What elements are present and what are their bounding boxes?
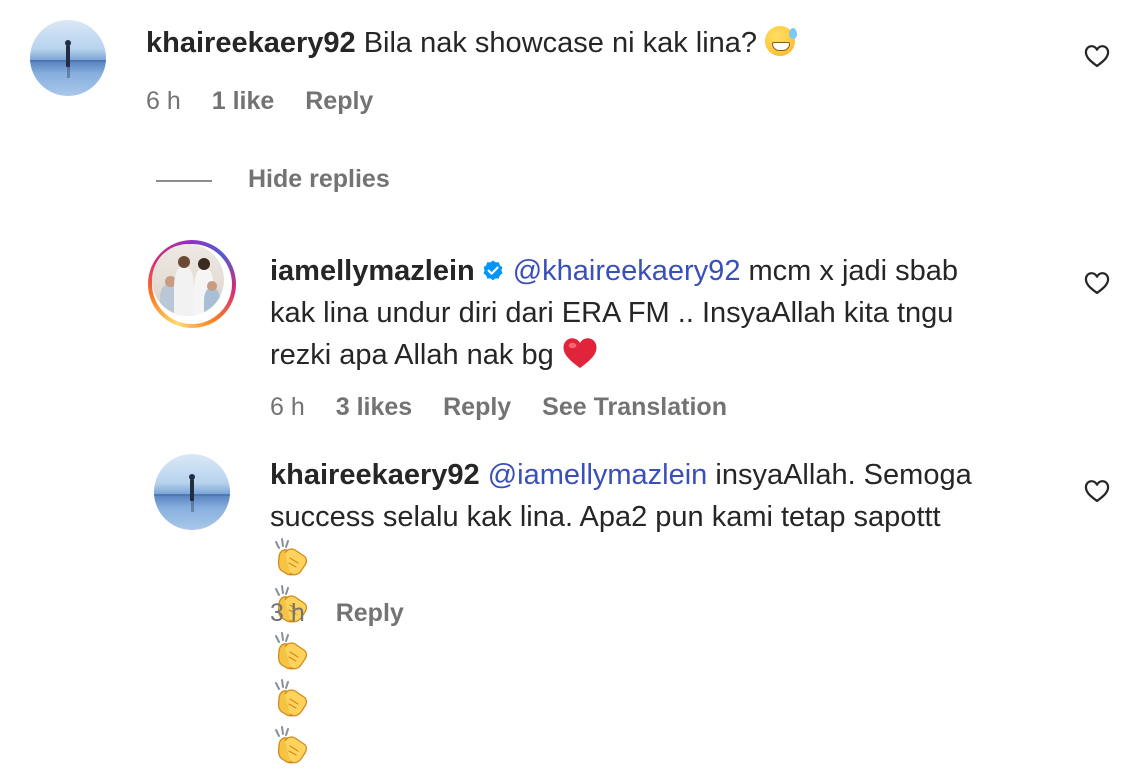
mention-link[interactable]: @khaireekaery92 <box>513 255 741 287</box>
reply-body: insyaAllah. Semoga <box>707 459 972 491</box>
replies-divider <box>156 180 212 182</box>
like-count[interactable]: 3 likes <box>336 393 412 421</box>
reply-text-line-2: success selalu kak lina. Apa2 pun kami t… <box>270 501 941 533</box>
timestamp: 6 h <box>146 87 181 115</box>
heart-outline-icon[interactable] <box>1083 42 1111 70</box>
sweat-smile-emoji <box>765 26 798 56</box>
mention-link[interactable]: @iamellymazlein <box>488 459 708 491</box>
username[interactable]: khaireekaery92 <box>270 459 480 491</box>
username[interactable]: iamellymazlein <box>270 255 475 287</box>
reply-text-line-2: kak lina undur diri dari ERA FM .. Insya… <box>270 297 954 329</box>
comment-meta: 6 h 1 like Reply <box>146 86 397 116</box>
red-heart-emoji <box>563 338 597 368</box>
clapping-hands-emoji <box>275 679 308 717</box>
reply-meta: 3 h Reply <box>270 598 428 628</box>
comment-body: Bila nak showcase ni kak lina? <box>363 27 758 59</box>
reply-button[interactable]: Reply <box>443 393 511 421</box>
reply-text-line-1: khaireekaery92 @iamellymazlein insyaAlla… <box>270 456 972 494</box>
heart-outline-icon[interactable] <box>1083 477 1111 505</box>
avatar[interactable] <box>30 20 106 96</box>
comment-text: khaireekaery92 Bila nak showcase ni kak … <box>146 24 798 62</box>
hide-replies-button[interactable]: Hide replies <box>248 163 390 195</box>
reply-button[interactable]: Reply <box>305 87 373 115</box>
avatar[interactable] <box>154 454 230 530</box>
reply-body-end: rezki apa Allah nak bg <box>270 339 554 371</box>
reply-meta: 6 h 3 likes Reply See Translation <box>270 392 751 422</box>
reply-text-line-1: iamellymazlein @khaireekaery92 mcm x jad… <box>270 252 958 290</box>
avatar[interactable] <box>148 240 236 328</box>
timestamp: 6 h <box>270 393 305 421</box>
reply-text-line-3: rezki apa Allah nak bg <box>270 336 598 374</box>
like-count[interactable]: 1 like <box>212 87 275 115</box>
timestamp: 3 h <box>270 599 305 627</box>
clapping-hands-emoji <box>275 538 308 576</box>
clapping-hands-emoji <box>275 632 308 670</box>
reply-body: mcm x jadi sbab <box>740 255 959 287</box>
verified-badge-icon <box>483 260 503 281</box>
see-translation-button[interactable]: See Translation <box>542 393 727 421</box>
username[interactable]: khaireekaery92 <box>146 27 356 59</box>
clapping-hands-emoji-row <box>270 536 316 764</box>
clapping-hands-emoji <box>275 726 308 764</box>
reply-button[interactable]: Reply <box>336 599 404 627</box>
heart-outline-icon[interactable] <box>1083 269 1111 297</box>
